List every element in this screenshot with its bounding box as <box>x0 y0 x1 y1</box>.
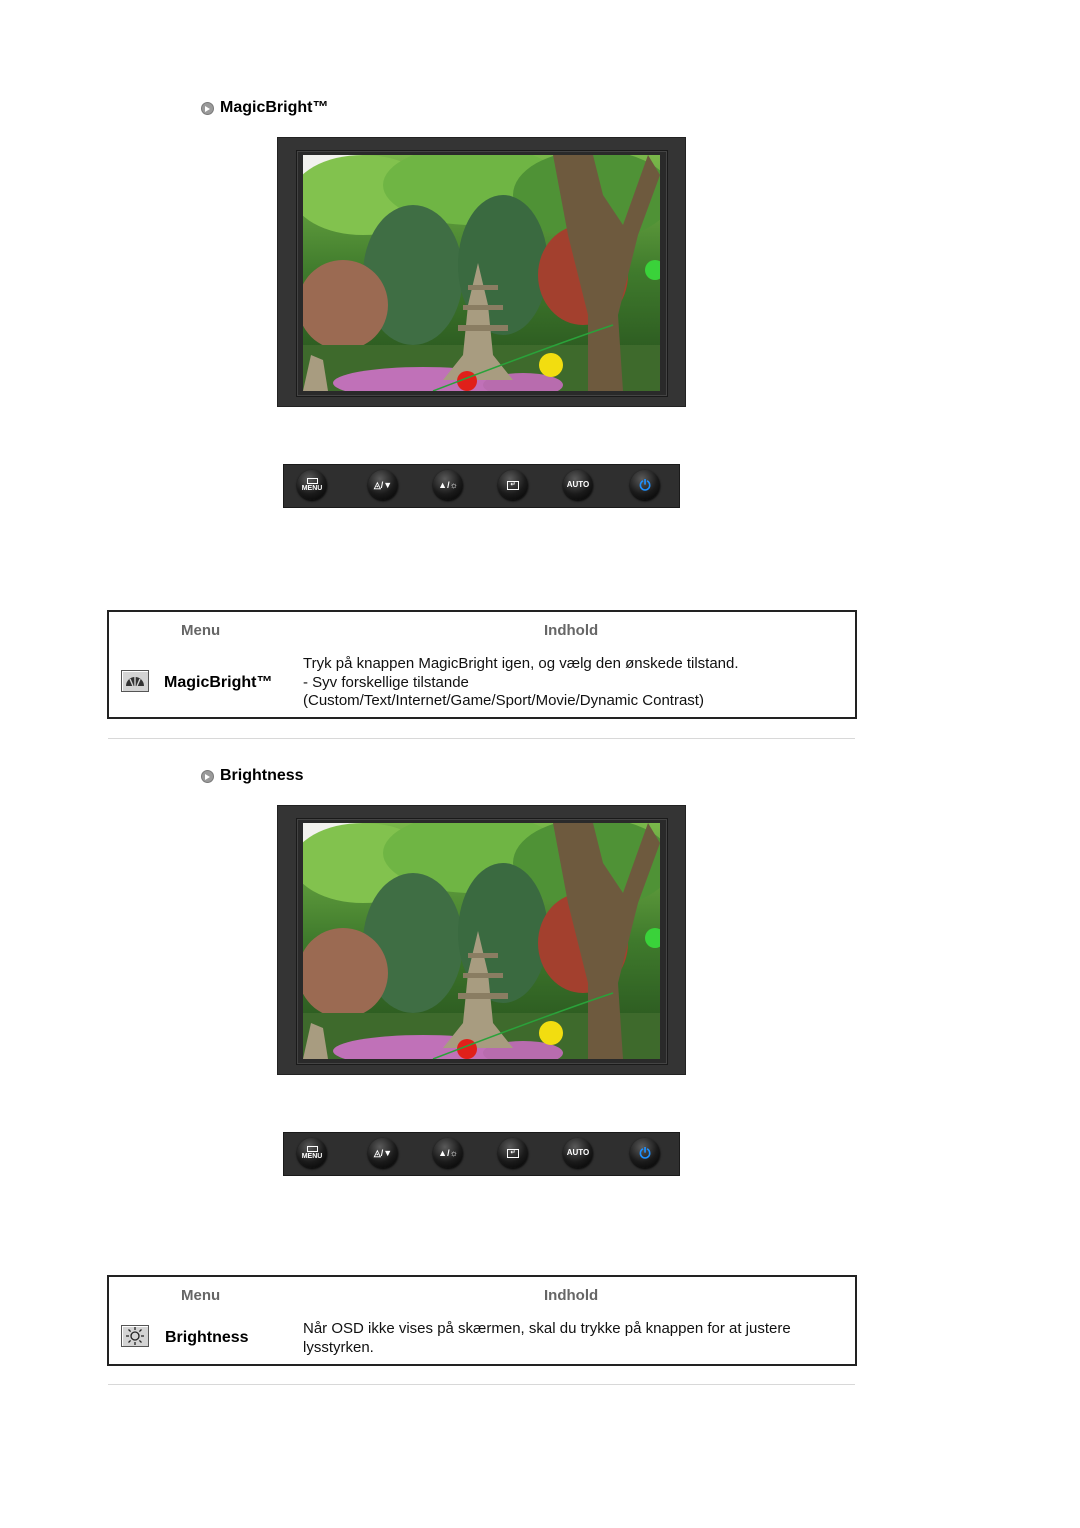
section-divider <box>108 1384 855 1385</box>
monitor-bezel <box>296 818 668 1065</box>
power-button[interactable]: ⏻ <box>630 1138 660 1168</box>
column-header-content: Indhold <box>544 622 599 639</box>
power-icon: ⏻ <box>639 1145 651 1161</box>
column-header-menu: Menu <box>181 1287 221 1304</box>
monitor-illustration <box>277 137 686 407</box>
menu-button[interactable]: MENU <box>297 1138 327 1168</box>
magicbright-down-button[interactable]: ◬/▼ <box>368 470 398 500</box>
magicbright-icon <box>121 670 149 692</box>
arrow-circle-icon <box>201 101 214 115</box>
menu-name: Brightness <box>165 1329 249 1346</box>
enter-icon: ↵ <box>507 480 519 490</box>
brightness-up-button[interactable]: ▲/☼ <box>433 470 463 500</box>
magicbright-info-table: Menu Indhold MagicBright™ Tryk på knappe… <box>107 610 857 719</box>
content-text: Tryk på knappen MagicBright igen, og væl… <box>303 655 739 709</box>
content-text: Når OSD ikke vises på skærmen, skal du t… <box>303 1320 791 1356</box>
menu-icon <box>306 478 318 484</box>
garden-scene-image <box>303 155 660 391</box>
monitor-illustration <box>277 805 686 1075</box>
enter-icon: ↵ <box>507 1148 519 1158</box>
section-heading-brightness: Brightness <box>201 767 304 785</box>
monitor-screen-image <box>303 155 660 391</box>
power-button[interactable]: ⏻ <box>630 470 660 500</box>
auto-icon: AUTO <box>566 480 590 489</box>
monitor-bezel <box>296 150 668 397</box>
section-title: MagicBright™ <box>220 99 329 116</box>
magicbright-down-icon: ◬/▼ <box>373 1147 393 1158</box>
menu-button-label: MENU <box>301 1153 323 1160</box>
brightness-info-table: Menu Indhold Brightness Når OSD ikke vis… <box>107 1275 857 1366</box>
magicbright-down-button[interactable]: ◬/▼ <box>368 1138 398 1168</box>
brightness-up-icon: ▲/☼ <box>438 479 458 490</box>
monitor-button-bar: MENU ◬/▼ ▲/☼ ↵ AUTO ⏻ <box>283 464 680 508</box>
magicbright-down-icon: ◬/▼ <box>373 479 393 490</box>
monitor-button-bar: MENU ◬/▼ ▲/☼ ↵ AUTO ⏻ <box>283 1132 680 1176</box>
auto-button[interactable]: AUTO <box>563 1138 593 1168</box>
menu-icon <box>306 1146 318 1152</box>
brightness-up-icon: ▲/☼ <box>438 1147 458 1158</box>
section-divider <box>108 738 855 739</box>
column-header-menu: Menu <box>181 622 221 639</box>
auto-icon: AUTO <box>566 1148 590 1157</box>
section-title: Brightness <box>220 767 304 784</box>
enter-button[interactable]: ↵ <box>498 470 528 500</box>
brightness-up-button[interactable]: ▲/☼ <box>433 1138 463 1168</box>
menu-button-label: MENU <box>301 485 323 492</box>
section-heading-magicbright: MagicBright™ <box>201 99 328 117</box>
arrow-circle-icon <box>201 769 214 783</box>
menu-button[interactable]: MENU <box>297 470 327 500</box>
enter-button[interactable]: ↵ <box>498 1138 528 1168</box>
monitor-screen-image <box>303 823 660 1059</box>
menu-name: MagicBright™ <box>164 674 273 691</box>
auto-button[interactable]: AUTO <box>563 470 593 500</box>
garden-scene-image <box>303 823 660 1059</box>
column-header-content: Indhold <box>544 1287 599 1304</box>
brightness-icon <box>121 1325 149 1347</box>
power-icon: ⏻ <box>639 477 651 493</box>
